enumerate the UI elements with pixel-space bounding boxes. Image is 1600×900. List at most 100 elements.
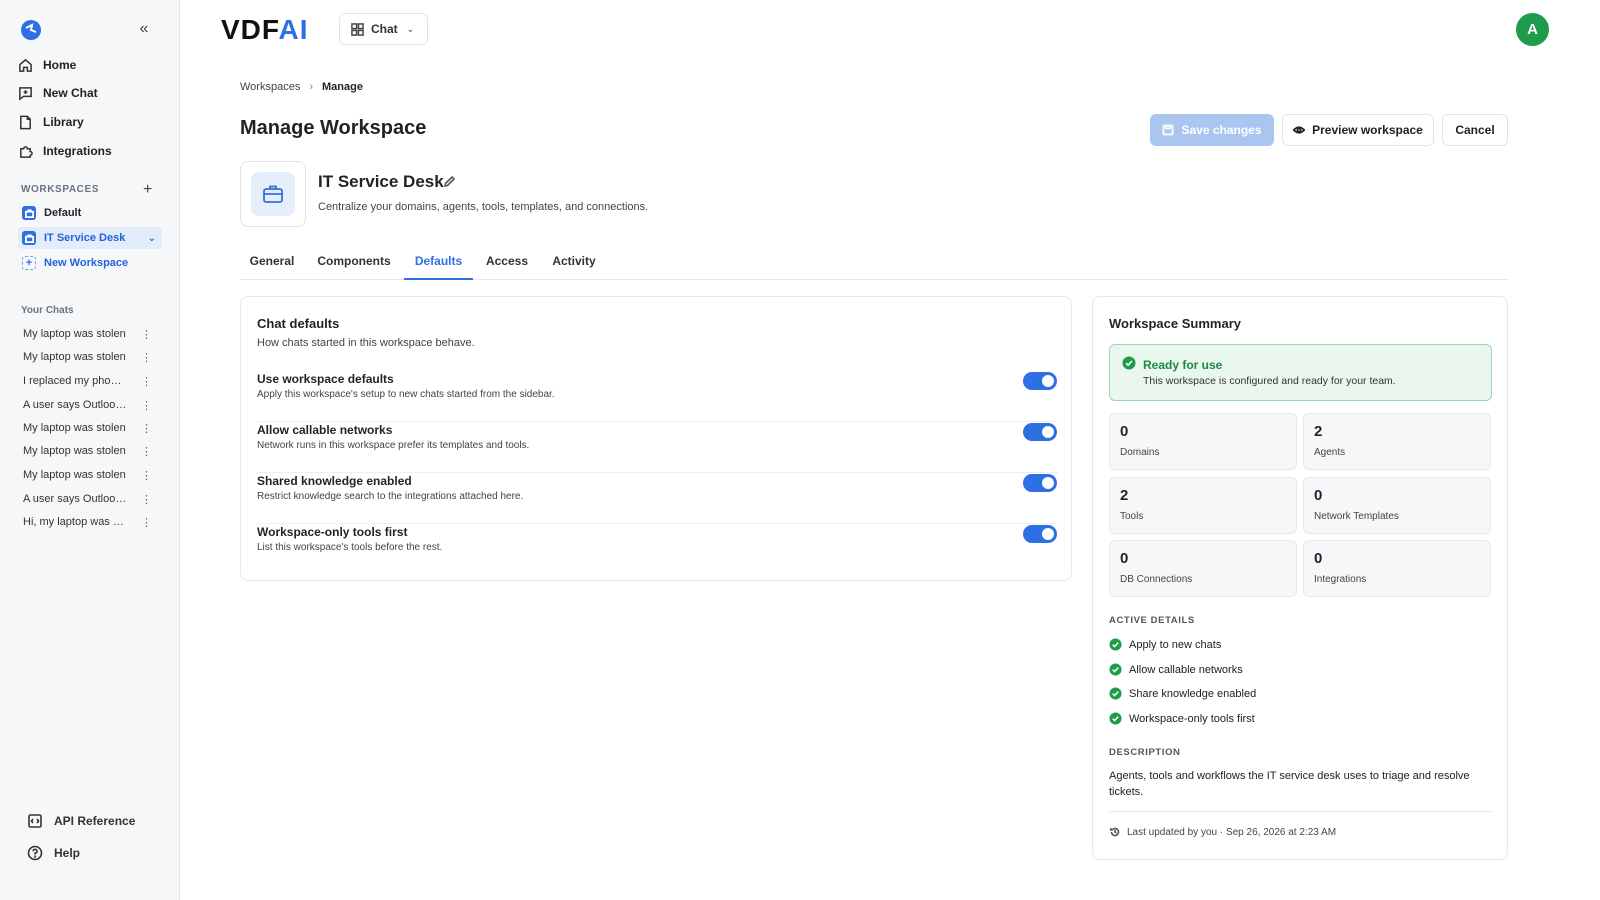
- workspace-only-tools-toggle[interactable]: [1023, 525, 1057, 543]
- shared-knowledge-toggle[interactable]: [1023, 474, 1057, 492]
- sidebar-item-label: Help: [54, 846, 81, 860]
- setting-row: Workspace-only tools first List this wor…: [257, 525, 1057, 575]
- chat-list-item[interactable]: My laptop was stolen ⋮: [23, 325, 152, 343]
- sidebar-item-label: Library: [43, 115, 84, 129]
- sidebar-item-library[interactable]: Library: [18, 111, 84, 133]
- stat-agents: 2 Agents: [1303, 413, 1491, 470]
- cancel-button[interactable]: Cancel: [1442, 114, 1508, 146]
- chat-list-item[interactable]: I replaced my phone and ⋮: [23, 372, 152, 390]
- chat-title: My laptop was stolen: [23, 445, 126, 457]
- tab-access[interactable]: Access: [477, 249, 537, 280]
- active-detail-label: Allow callable networks: [1129, 663, 1243, 676]
- active-detail-item: Workspace-only tools first: [1109, 712, 1255, 725]
- stat-integrations: 0 Integrations: [1303, 540, 1491, 597]
- breadcrumb-workspaces[interactable]: Workspaces: [240, 81, 300, 93]
- active-detail-label: Apply to new chats: [1129, 638, 1222, 651]
- eye-icon: [1293, 126, 1306, 134]
- add-workspace-button[interactable]: +: [143, 182, 152, 198]
- more-options-icon[interactable]: ⋮: [141, 375, 152, 388]
- setting-description: List this workspace's tools before the r…: [257, 542, 443, 553]
- chat-list-item[interactable]: My laptop was stolen ⋮: [23, 348, 152, 366]
- active-details-label: ACTIVE DETAILS: [1109, 615, 1195, 626]
- collapse-sidebar-button[interactable]: «: [134, 19, 154, 39]
- grid-icon: [351, 22, 364, 36]
- active-detail-label: Workspace-only tools first: [1129, 712, 1255, 725]
- chat-list-item[interactable]: My laptop was stolen ⋮: [23, 466, 152, 484]
- check-circle-icon: [1109, 663, 1122, 676]
- briefcase-icon: [22, 231, 36, 245]
- use-workspace-defaults-toggle[interactable]: [1023, 372, 1057, 390]
- stat-label: Network Templates: [1314, 511, 1399, 522]
- sidebar-item-home[interactable]: Home: [18, 54, 76, 76]
- breadcrumb: Workspaces › Manage: [240, 81, 363, 93]
- chat-list-item[interactable]: My laptop was stolen ⋮: [23, 442, 152, 460]
- chat-title: A user says Outlook is: [23, 493, 127, 505]
- chat-title: A user says Outlook is: [23, 399, 127, 411]
- new-workspace-button[interactable]: + New Workspace: [18, 252, 162, 274]
- chevron-down-icon[interactable]: ⌄: [148, 233, 156, 244]
- mode-selector[interactable]: Chat ⌄: [339, 13, 428, 45]
- edit-workspace-name-button[interactable]: [443, 175, 456, 188]
- sidebar: « Home New Chat Library Integrations WOR…: [0, 0, 180, 900]
- setting-row: Use workspace defaults Apply this worksp…: [257, 372, 1057, 422]
- sidebar-item-api-reference[interactable]: API Reference: [27, 813, 135, 829]
- setting-description: Network runs in this workspace prefer it…: [257, 440, 530, 451]
- more-options-icon[interactable]: ⋮: [141, 351, 152, 364]
- brand-logo: VDFAI: [221, 14, 308, 46]
- sidebar-item-label: Integrations: [43, 144, 112, 158]
- sidebar-workspace-it-service-desk[interactable]: IT Service Desk ⌄: [18, 227, 162, 249]
- workspace-label: IT Service Desk: [44, 232, 126, 244]
- chat-list-item[interactable]: A user says Outlook is ⋮: [23, 490, 152, 508]
- tab-activity[interactable]: Activity: [542, 249, 606, 280]
- history-icon: [1110, 827, 1120, 837]
- sidebar-item-help[interactable]: Help: [27, 845, 80, 861]
- preview-workspace-button[interactable]: Preview workspace: [1282, 114, 1434, 146]
- allow-callable-networks-toggle[interactable]: [1023, 423, 1057, 441]
- page-title: Manage Workspace: [240, 117, 427, 139]
- more-options-icon[interactable]: ⋮: [141, 469, 152, 482]
- tab-defaults[interactable]: Defaults: [404, 249, 473, 280]
- chat-title: My laptop was stolen: [23, 328, 126, 340]
- more-options-icon[interactable]: ⋮: [141, 516, 152, 529]
- tab-components[interactable]: Components: [308, 249, 400, 280]
- chat-list-item[interactable]: Hi, my laptop was stolen ⋮: [23, 513, 152, 531]
- check-circle-icon: [1109, 638, 1122, 651]
- more-options-icon[interactable]: ⋮: [141, 399, 152, 412]
- more-options-icon[interactable]: ⋮: [141, 422, 152, 435]
- sidebar-item-new-chat[interactable]: New Chat: [18, 82, 98, 104]
- chat-title: My laptop was stolen: [23, 351, 126, 363]
- divider: [1109, 811, 1492, 812]
- pencil-icon: [443, 175, 456, 188]
- more-options-icon[interactable]: ⋮: [141, 493, 152, 506]
- workspace-description: Centralize your domains, agents, tools, …: [318, 201, 649, 213]
- setting-description: Restrict knowledge search to the integra…: [257, 491, 524, 502]
- save-changes-button[interactable]: Save changes: [1150, 114, 1274, 146]
- chat-list-item[interactable]: My laptop was stolen ⋮: [23, 419, 152, 437]
- breadcrumb-current: Manage: [322, 81, 363, 93]
- description-label: DESCRIPTION: [1109, 747, 1181, 758]
- app-logo-icon[interactable]: [19, 17, 43, 41]
- stat-label: Tools: [1120, 511, 1144, 522]
- more-options-icon[interactable]: ⋮: [141, 445, 152, 458]
- setting-row: Allow callable networks Network runs in …: [257, 423, 1057, 473]
- chat-title: Hi, my laptop was stolen: [23, 516, 127, 528]
- stat-label: Domains: [1120, 447, 1160, 458]
- stat-value: 0: [1120, 550, 1129, 567]
- avatar[interactable]: A: [1516, 13, 1549, 46]
- setting-description: Apply this workspace's setup to new chat…: [257, 389, 555, 400]
- sidebar-workspace-default[interactable]: Default: [18, 202, 162, 224]
- workspace-avatar-inner: [251, 172, 295, 216]
- active-detail-item: Share knowledge enabled: [1109, 687, 1256, 700]
- workspace-tabs: General Components Defaults Access Activ…: [240, 249, 1508, 280]
- workspace-summary-card: Workspace Summary Ready for use This wor…: [1092, 296, 1508, 860]
- sidebar-item-integrations[interactable]: Integrations: [18, 140, 112, 162]
- stat-value: 0: [1314, 487, 1323, 504]
- chat-defaults-card: Chat defaults How chats started in this …: [240, 296, 1072, 581]
- sidebar-item-label: API Reference: [54, 814, 136, 828]
- more-options-icon[interactable]: ⋮: [141, 328, 152, 341]
- stat-label: Integrations: [1314, 574, 1367, 585]
- chat-list-item[interactable]: A user says Outlook is ⋮: [23, 396, 152, 414]
- workspace-avatar[interactable]: [240, 161, 306, 227]
- active-detail-item: Allow callable networks: [1109, 663, 1243, 676]
- tab-general[interactable]: General: [240, 249, 304, 280]
